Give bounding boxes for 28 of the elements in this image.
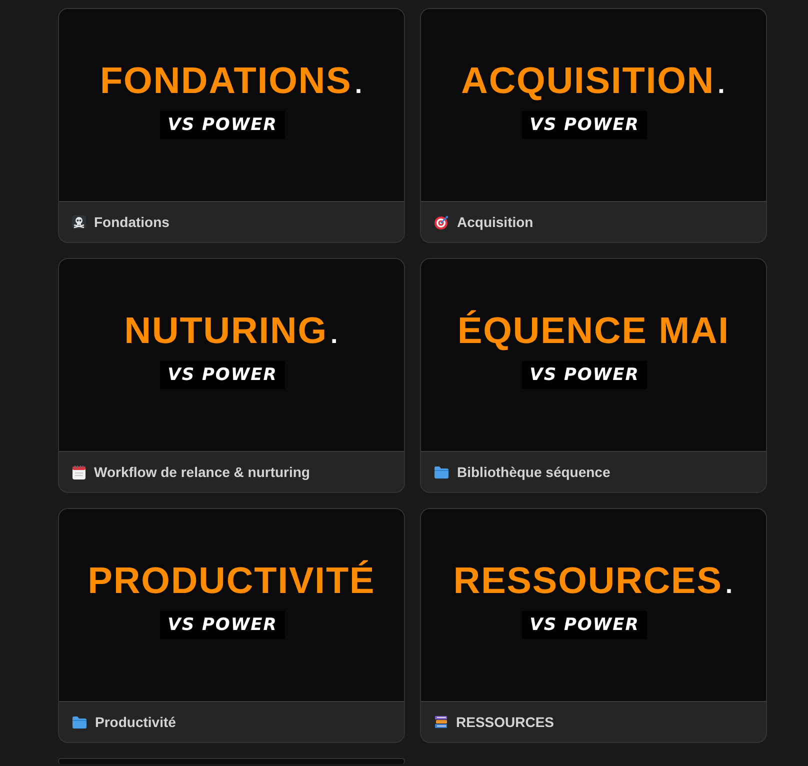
- cover-tagline: VS POWER: [522, 110, 648, 138]
- cover-tagline: VS POWER: [522, 360, 648, 388]
- folder-icon: [72, 716, 87, 728]
- cover-dot: .: [718, 70, 726, 96]
- card-title[interactable]: Acquisition: [457, 214, 534, 230]
- notepad-icon: [72, 464, 86, 480]
- cover-title: FONDATIONS: [100, 62, 352, 98]
- cover-tagline: VS POWER: [522, 610, 648, 638]
- cover-tagline: VS POWER: [160, 360, 286, 388]
- card-title[interactable]: RESSOURCES: [456, 714, 554, 730]
- card-title[interactable]: Productivité: [95, 714, 176, 730]
- cover-title: ACQUISITION: [461, 62, 715, 98]
- card-title[interactable]: Bibliothèque séquence: [457, 464, 610, 480]
- card-title[interactable]: Workflow de relance & nurturing: [94, 464, 310, 480]
- cover-title: PRODUCTIVITÉ: [88, 562, 376, 598]
- cover-dot: .: [354, 70, 364, 96]
- skull-icon: [72, 215, 86, 229]
- books-icon: [434, 715, 448, 729]
- cover-title: ÉQUENCE MAI: [457, 312, 730, 348]
- cover-tagline: VS POWER: [160, 610, 286, 638]
- folder-icon: [434, 466, 449, 478]
- cover-dot: .: [725, 570, 734, 596]
- cover-title: RESSOURCES: [453, 562, 722, 598]
- card-title[interactable]: Fondations: [94, 214, 170, 230]
- cover-title: NUTURING: [124, 312, 328, 348]
- cover-tagline: VS POWER: [160, 110, 286, 138]
- cover-dot: .: [330, 320, 339, 346]
- target-icon: [434, 214, 449, 230]
